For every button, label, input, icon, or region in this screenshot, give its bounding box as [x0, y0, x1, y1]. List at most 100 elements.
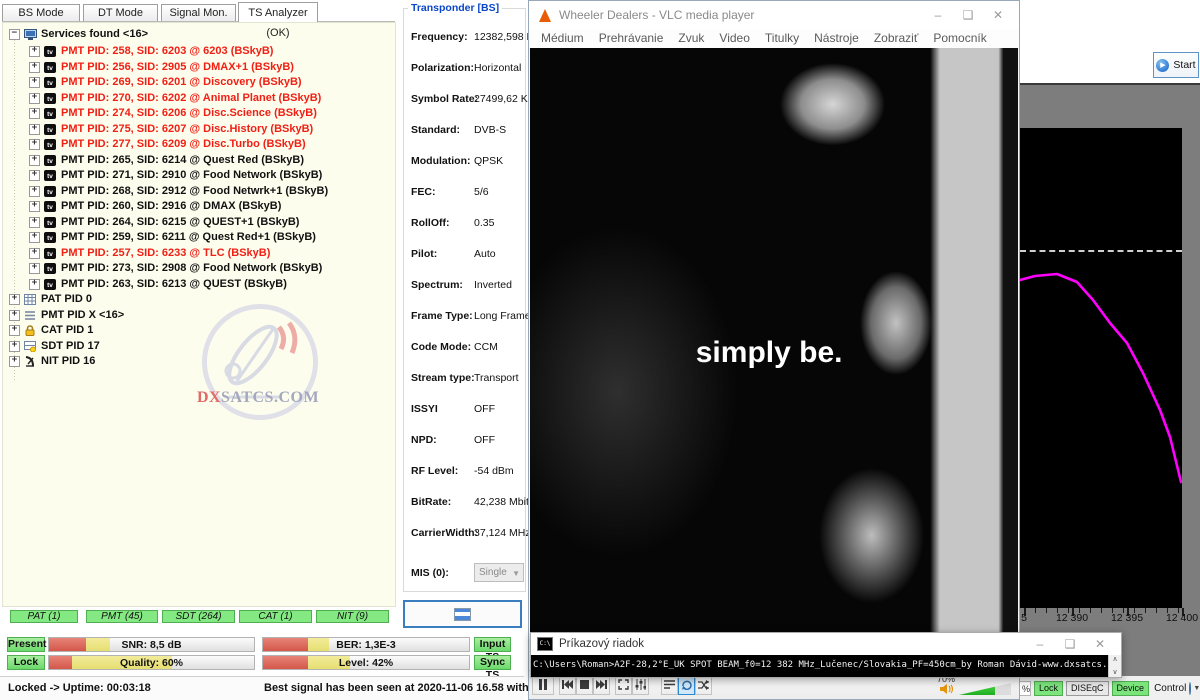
expand-icon[interactable]: + — [9, 341, 20, 352]
tree-service-item[interactable]: +tvPMT PID: 274, SID: 6206 @ Disc.Scienc… — [29, 106, 317, 121]
expand-icon[interactable]: + — [29, 155, 40, 166]
tv-service-icon: tv — [44, 93, 57, 104]
menu-pomocnk[interactable]: Pomocník — [933, 29, 986, 48]
pause-icon — [538, 679, 548, 690]
speaker-icon[interactable] — [940, 683, 953, 698]
expand-icon[interactable]: + — [29, 186, 40, 197]
input-ts-button[interactable]: Input TS — [474, 637, 511, 652]
tree-item-sdt[interactable]: +SDT PID 17 — [9, 339, 100, 354]
expand-icon[interactable]: + — [29, 232, 40, 243]
expand-icon[interactable]: + — [29, 279, 40, 290]
svg-text:tv: tv — [47, 111, 53, 118]
vlc-title-bar[interactable]: Wheeler Dealers - VLC media player – ❑ ✕ — [529, 1, 1019, 29]
expand-icon[interactable]: − — [9, 29, 20, 40]
tree-service-item[interactable]: +tvPMT PID: 265, SID: 6214 @ Quest Red (… — [29, 153, 304, 168]
scroll-down-icon[interactable]: ∨ — [1112, 668, 1117, 677]
expand-icon[interactable]: + — [9, 294, 20, 305]
tree-service-item[interactable]: + tv PMT PID: 273, SID: 2908 @ Food Networ… — [29, 261, 322, 276]
console-output[interactable]: C:\Users\Roman>A2F-28,2°E_UK SPOT BEAM_f… — [531, 655, 1108, 677]
tree-service-item[interactable]: +tvPMT PID: 263, SID: 6213 @ QUEST (BSky… — [29, 277, 287, 292]
cmd-title-bar[interactable]: C:\ Príkazový riadok – ❑ ✕ — [531, 633, 1121, 655]
pid-button-sdt[interactable]: SDT (264) — [162, 610, 235, 623]
tree-service-item[interactable]: +tvPMT PID: 264, SID: 6215 @ QUEST+1 (BS… — [29, 215, 299, 230]
menu-titulky[interactable]: Titulky — [765, 29, 799, 48]
tree-item-pat[interactable]: +PAT PID 0 — [9, 292, 92, 307]
pid-button-pmt[interactable]: PMT (45) — [86, 610, 158, 623]
expand-icon[interactable]: + — [29, 201, 40, 212]
vlc-video-area[interactable]: simply be. — [530, 48, 1018, 673]
expand-icon[interactable]: + — [29, 248, 40, 259]
diseqc-button[interactable]: DISEqC — [1066, 681, 1109, 696]
pid-button-nit[interactable]: NIT (9) — [316, 610, 389, 623]
transponder-row: Symbol Rate:27499,62 KS/s — [411, 93, 521, 107]
field-label: BitRate: — [411, 496, 451, 508]
maximize-button[interactable]: ❑ — [1055, 634, 1085, 654]
menu-mdium[interactable]: Médium — [541, 29, 584, 48]
loop-icon — [681, 680, 692, 690]
tv-service-icon: tv — [44, 263, 57, 274]
tree-service-item[interactable]: +tvPMT PID: 270, SID: 6202 @ Animal Plan… — [29, 91, 321, 106]
menu-zvuk[interactable]: Zvuk — [678, 29, 704, 48]
tree-service-item[interactable]: +tvPMT PID: 271, SID: 2910 @ Food Networ… — [29, 168, 322, 183]
transponder-row: ISSYIOFF — [411, 403, 521, 417]
axis-tick — [1156, 608, 1157, 613]
tree-item-cat[interactable]: + CAT PID 1 — [9, 323, 93, 338]
expand-icon[interactable]: + — [29, 93, 40, 104]
tree-item-nit[interactable]: +NIT PID 16 — [9, 354, 95, 369]
tab-bs-mode[interactable]: BS Mode — [2, 4, 80, 21]
tree-service-item[interactable]: +tvPMT PID: 277, SID: 6209 @ Disc.Turbo … — [29, 137, 306, 152]
mis-dropdown[interactable]: Single▼ — [474, 563, 524, 582]
percent-field[interactable]: % — [1019, 681, 1031, 696]
tree-item-label: PMT PID: 273, SID: 2908 @ Food Network (… — [61, 262, 322, 274]
menu-video[interactable]: Video — [719, 29, 749, 48]
console-scrollbar[interactable]: ∧ ∨ — [1108, 655, 1121, 677]
expand-icon[interactable]: + — [29, 46, 40, 57]
close-button[interactable]: ✕ — [983, 2, 1013, 28]
globe-icon[interactable] — [1189, 682, 1191, 695]
tab-ts-analyzer-ok-[interactable]: TS Analyzer (OK) — [238, 2, 318, 22]
tree-service-item[interactable]: +tvPMT PID: 257, SID: 6233 @ TLC (BSkyB) — [29, 246, 270, 261]
sync-ts-button[interactable]: Sync TS — [474, 655, 511, 670]
tree-item-label: CAT PID 1 — [41, 324, 93, 336]
tree-item-label: PMT PID: 271, SID: 2910 @ Food Network (… — [61, 169, 322, 181]
expand-icon[interactable]: + — [9, 325, 20, 336]
volume-slider[interactable] — [959, 683, 1011, 695]
expand-icon[interactable]: + — [29, 170, 40, 181]
expand-icon[interactable]: + — [29, 77, 40, 88]
close-button[interactable]: ✕ — [1085, 634, 1115, 654]
maximize-button[interactable]: ❑ — [953, 2, 983, 28]
expand-icon[interactable]: + — [29, 139, 40, 150]
tree-service-item[interactable]: +tvPMT PID: 275, SID: 6207 @ Disc.Histor… — [29, 122, 313, 137]
start-button[interactable]: ▶ Start — [1153, 52, 1199, 78]
menu-prehrvanie[interactable]: Prehrávanie — [599, 29, 664, 48]
chevron-down-icon[interactable]: ▼ — [1193, 685, 1200, 692]
menu-zobrazi[interactable]: Zobraziť — [874, 29, 919, 48]
pid-button-cat[interactable]: CAT (1) — [239, 610, 312, 623]
minimize-button[interactable]: – — [1025, 634, 1055, 654]
scroll-up-icon[interactable]: ∧ — [1112, 655, 1117, 664]
expand-icon[interactable]: + — [29, 124, 40, 135]
expand-icon[interactable]: + — [29, 62, 40, 73]
menu-nstroje[interactable]: Nástroje — [814, 29, 859, 48]
expand-icon[interactable]: + — [29, 263, 40, 274]
tree-service-item[interactable]: +tvPMT PID: 269, SID: 6201 @ Discovery (… — [29, 75, 302, 90]
tab-dt-mode[interactable]: DT Mode — [83, 4, 158, 21]
pid-button-pat[interactable]: PAT (1) — [10, 610, 78, 623]
view-split-button[interactable] — [403, 600, 522, 628]
tab-signal-mon-[interactable]: Signal Mon. — [161, 4, 236, 21]
tree-service-item[interactable]: +tvPMT PID: 268, SID: 2912 @ Food Netwrk… — [29, 184, 328, 199]
expand-icon[interactable]: + — [29, 108, 40, 119]
minimize-button[interactable]: – — [923, 2, 953, 28]
device-button[interactable]: Device — [1112, 681, 1150, 696]
lock-button[interactable]: Lock — [1034, 681, 1063, 696]
nit-icon — [24, 356, 37, 367]
expand-icon[interactable]: + — [9, 356, 20, 367]
tree-item-pmtx[interactable]: +PMT PID X <16> — [9, 308, 124, 323]
expand-icon[interactable]: + — [29, 217, 40, 228]
expand-icon[interactable]: + — [9, 310, 20, 321]
tree-service-item[interactable]: +tvPMT PID: 259, SID: 6211 @ Quest Red+1… — [29, 230, 316, 245]
tree-service-item[interactable]: +tvPMT PID: 258, SID: 6203 @ 6203 (BSkyB… — [29, 44, 273, 59]
tree-service-item[interactable]: +tvPMT PID: 260, SID: 2916 @ DMAX (BSkyB… — [29, 199, 281, 214]
tree-root-services[interactable]: −Services found <16> — [9, 27, 148, 42]
tree-service-item[interactable]: +tvPMT PID: 256, SID: 2905 @ DMAX+1 (BSk… — [29, 60, 294, 75]
